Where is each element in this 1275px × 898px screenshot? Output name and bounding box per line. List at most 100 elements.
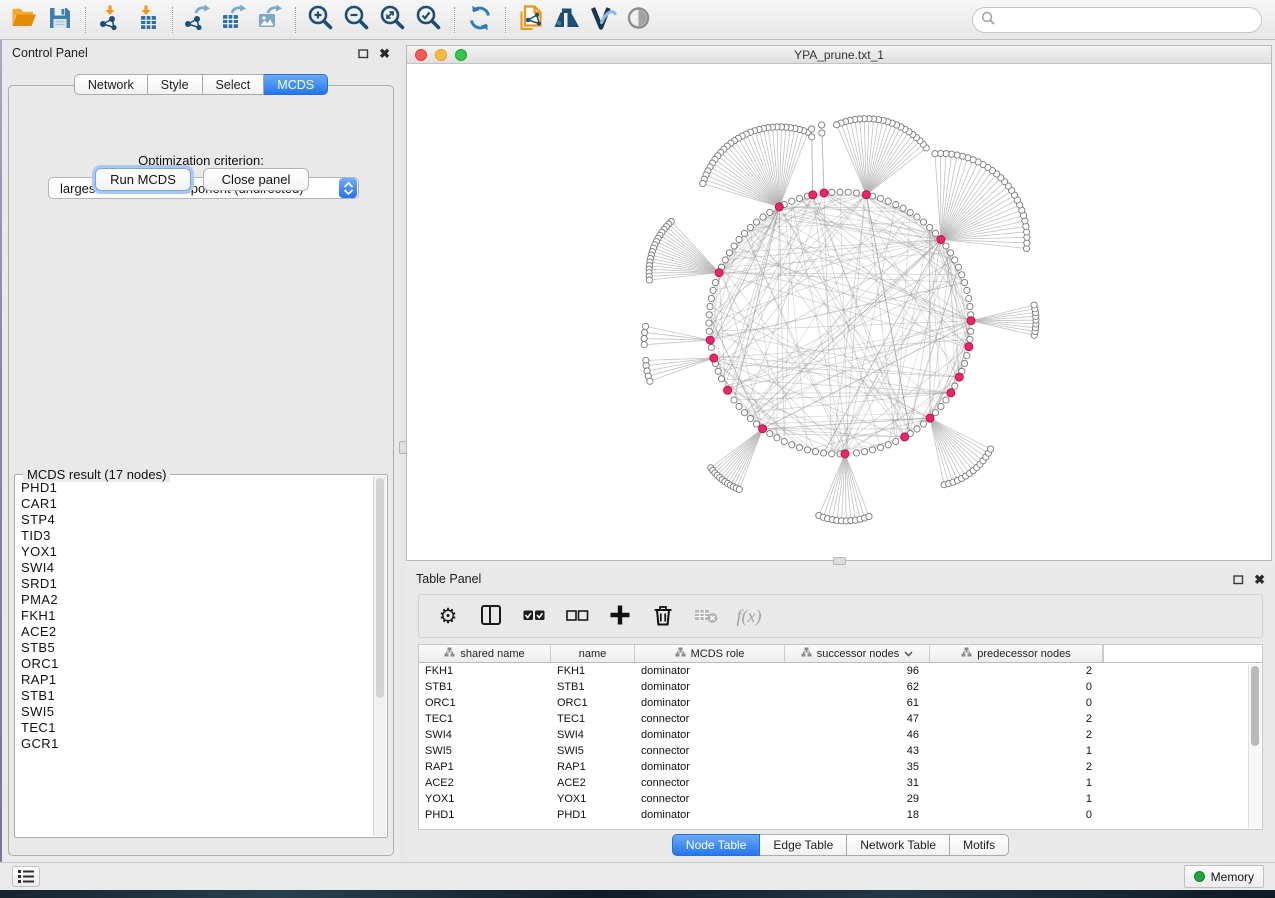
zoom-out-button[interactable] — [339, 3, 375, 37]
mcds-result-item[interactable]: TID3 — [21, 528, 373, 544]
graph-node[interactable] — [708, 295, 714, 301]
graph-node[interactable] — [861, 449, 867, 455]
table-row[interactable]: RAP1RAP1dominator352 — [419, 759, 1262, 775]
graph-node[interactable] — [920, 219, 926, 225]
table-row[interactable]: FKH1FKH1dominator962 — [419, 663, 1262, 679]
select-all-button[interactable] — [517, 599, 551, 633]
satellite-node[interactable] — [809, 134, 815, 140]
mcds-list-scrollbar[interactable] — [373, 476, 386, 836]
mcds-result-item[interactable]: GCR1 — [21, 736, 373, 752]
graph-node[interactable] — [708, 344, 714, 350]
mcds-node[interactable] — [967, 317, 975, 325]
graph-node[interactable] — [932, 410, 938, 416]
mcds-node[interactable] — [715, 269, 723, 277]
graph-node[interactable] — [753, 219, 759, 225]
column-header-predecessor-nodes[interactable]: predecessor nodes — [930, 645, 1103, 662]
graph-node[interactable] — [767, 209, 773, 215]
graph-node[interactable] — [893, 201, 899, 207]
satellite-node[interactable] — [641, 342, 647, 348]
satellite-node[interactable] — [819, 122, 825, 128]
mcds-result-list[interactable]: PHD1CAR1STP4TID3YOX1SWI4SRD1PMA2FKH1ACE2… — [16, 477, 373, 836]
graph-node[interactable] — [747, 224, 753, 230]
mcds-result-item[interactable]: SWI4 — [21, 560, 373, 576]
satellite-node[interactable] — [641, 329, 647, 335]
graph-node[interactable] — [707, 303, 713, 309]
graph-node[interactable] — [900, 205, 906, 211]
graph-node[interactable] — [741, 410, 747, 416]
table-scrollbar[interactable] — [1248, 664, 1261, 828]
graph-node[interactable] — [753, 421, 759, 427]
satellite-node[interactable] — [987, 446, 993, 452]
scrollbar-thumb[interactable] — [1251, 666, 1259, 746]
graph-node[interactable] — [718, 376, 724, 382]
tab-edge-table[interactable]: Edge Table — [760, 834, 847, 856]
graph-node[interactable] — [952, 383, 958, 389]
graph-node[interactable] — [789, 442, 795, 448]
export-image-button[interactable] — [252, 3, 288, 37]
task-history-button[interactable] — [12, 866, 40, 887]
mcds-node[interactable] — [710, 354, 718, 362]
mcds-result-item[interactable]: CAR1 — [21, 496, 373, 512]
satellite-node[interactable] — [834, 122, 840, 128]
vizmapper-button[interactable] — [585, 3, 621, 37]
search-objects-button[interactable] — [549, 3, 585, 37]
graph-node[interactable] — [952, 257, 958, 263]
tab-mcds[interactable]: MCDS — [264, 74, 328, 95]
graph-node[interactable] — [731, 397, 737, 403]
column-header-shared-name[interactable]: shared name — [419, 645, 551, 662]
close-panel-icon[interactable]: ✖ — [379, 47, 390, 60]
satellite-node[interactable] — [641, 335, 647, 341]
graph-node[interactable] — [967, 303, 973, 309]
graph-node[interactable] — [966, 295, 972, 301]
graph-node[interactable] — [706, 320, 712, 326]
graph-node[interactable] — [741, 230, 747, 236]
mcds-result-item[interactable]: STB5 — [21, 640, 373, 656]
satellite-node[interactable] — [642, 323, 648, 329]
mcds-node[interactable] — [775, 203, 783, 211]
delete-entry-button[interactable] — [646, 599, 680, 633]
table-row[interactable]: ACE2ACE2connector311 — [419, 775, 1262, 791]
show-hide-graphics-button[interactable] — [621, 3, 657, 37]
tab-style[interactable]: Style — [148, 74, 203, 95]
mcds-result-item[interactable]: ORC1 — [21, 656, 373, 672]
graph-node[interactable] — [712, 279, 718, 285]
tab-motifs[interactable]: Motifs — [950, 834, 1009, 856]
open-file-button[interactable] — [6, 3, 42, 37]
network-window-titlebar[interactable]: YPA_prune.txt_1 — [407, 46, 1271, 64]
mcds-node[interactable] — [841, 450, 849, 458]
graph-node[interactable] — [961, 279, 967, 285]
network-graph[interactable] — [407, 64, 1271, 561]
mcds-result-item[interactable]: FKH1 — [21, 608, 373, 624]
float-panel-icon[interactable] — [1233, 574, 1244, 585]
graph-node[interactable] — [927, 224, 933, 230]
unselect-all-button[interactable] — [560, 599, 594, 633]
graph-node[interactable] — [845, 189, 851, 195]
mcds-result-item[interactable]: PHD1 — [21, 480, 373, 496]
table-row[interactable]: YOX1YOX1connector291 — [419, 791, 1262, 807]
graph-node[interactable] — [943, 397, 949, 403]
table-row[interactable]: TEC1TEC1connector472 — [419, 711, 1262, 727]
graph-node[interactable] — [869, 447, 875, 453]
table-row[interactable]: SWI5SWI5connector431 — [419, 743, 1262, 759]
tab-select[interactable]: Select — [203, 74, 265, 95]
graph-node[interactable] — [914, 426, 920, 432]
graph-node[interactable] — [736, 236, 742, 242]
graph-node[interactable] — [964, 352, 970, 358]
graph-node[interactable] — [920, 421, 926, 427]
satellite-node[interactable] — [647, 378, 653, 384]
graph-node[interactable] — [722, 257, 728, 263]
mcds-result-item[interactable]: STB1 — [21, 688, 373, 704]
mcds-result-item[interactable]: TEC1 — [21, 720, 373, 736]
mcds-node[interactable] — [706, 336, 714, 344]
graph-node[interactable] — [877, 195, 883, 201]
column-header-name[interactable]: name — [551, 645, 635, 662]
graph-node[interactable] — [893, 438, 899, 444]
scrollbar-thumb[interactable] — [376, 478, 384, 698]
import-network-button[interactable] — [93, 3, 129, 37]
table-row[interactable]: STB1STB1dominator620 — [419, 679, 1262, 695]
graph-node[interactable] — [747, 415, 753, 421]
tab-network-table[interactable]: Network Table — [847, 834, 950, 856]
mcds-node[interactable] — [901, 433, 909, 441]
satellite-node[interactable] — [809, 126, 815, 132]
graph-node[interactable] — [885, 442, 891, 448]
